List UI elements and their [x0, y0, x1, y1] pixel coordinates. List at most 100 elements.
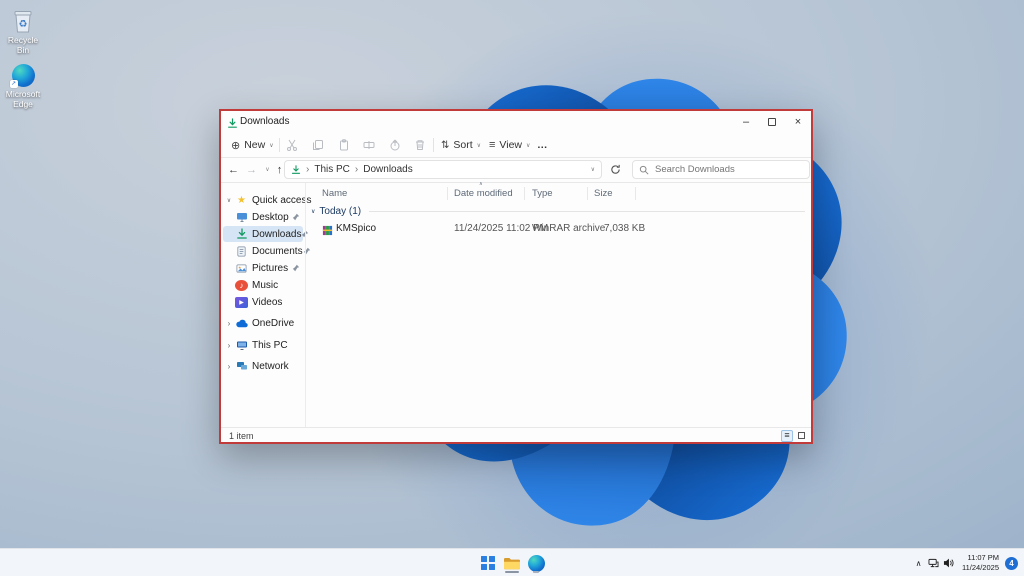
- chevron-right-icon: ›: [306, 164, 310, 175]
- chevron-right-icon[interactable]: ›: [223, 341, 235, 350]
- address-bar[interactable]: › This PC › Downloads ∨: [284, 160, 602, 179]
- column-divider[interactable]: [587, 187, 588, 200]
- copy-button[interactable]: [307, 135, 329, 155]
- maximize-button[interactable]: [759, 111, 785, 132]
- sidebar-item-this-pc[interactable]: › This PC: [223, 337, 303, 353]
- file-list: Name Date modified ∧ Type Size ∨ Today (…: [307, 181, 811, 427]
- address-dropdown-chevron-icon[interactable]: ∨: [591, 166, 595, 173]
- chevron-right-icon[interactable]: ›: [223, 319, 235, 328]
- taskbar-edge-button[interactable]: [524, 552, 548, 574]
- more-options-button[interactable]: …: [533, 135, 552, 155]
- desktop-icon-microsoft-edge[interactable]: ↗ Microsoft Edge: [1, 62, 45, 110]
- desktop-icon-recycle-bin[interactable]: ♻ Recycle Bin: [1, 8, 45, 56]
- maximize-icon: [768, 117, 776, 126]
- close-button[interactable]: ×: [785, 111, 811, 132]
- this-pc-icon: [235, 339, 248, 352]
- toolbar-separator: [279, 138, 280, 152]
- sidebar-item-desktop[interactable]: Desktop: [223, 209, 303, 225]
- group-label: Today (1): [319, 206, 362, 217]
- delete-icon: [413, 138, 427, 152]
- column-header-date-modified[interactable]: Date modified: [454, 188, 513, 199]
- sidebar-item-onedrive[interactable]: › OneDrive: [223, 315, 303, 331]
- view-button[interactable]: ≡ View ∨: [485, 135, 534, 155]
- sidebar-item-label: Desktop: [252, 211, 289, 223]
- sidebar-item-label: Videos: [252, 296, 283, 308]
- desktop-icon-label: Microsoft Edge: [5, 89, 41, 109]
- breadcrumb-this-pc[interactable]: This PC: [314, 164, 350, 175]
- title-bar[interactable]: Downloads – ×: [221, 111, 811, 133]
- svg-text:♻: ♻: [19, 19, 28, 30]
- system-tray: ∧ 11:07 PM 11/24/2025 4: [911, 549, 1024, 576]
- breadcrumb-downloads[interactable]: Downloads: [363, 164, 412, 175]
- large-icons-view-toggle[interactable]: [795, 430, 807, 442]
- sidebar-item-quick-access[interactable]: ∨ ★ Quick access: [223, 192, 312, 208]
- network-icon: [235, 360, 248, 373]
- sidebar-item-label: Pictures: [252, 262, 289, 274]
- file-name: KMSpico: [336, 223, 377, 234]
- sidebar-item-documents[interactable]: Documents: [223, 243, 310, 259]
- refresh-button[interactable]: [607, 161, 624, 178]
- search-icon: [639, 165, 649, 175]
- forward-icon: →: [246, 163, 257, 176]
- chevron-down-icon[interactable]: ∨: [223, 197, 235, 204]
- taskbar-clock[interactable]: 11:07 PM 11/24/2025: [962, 553, 999, 573]
- paste-button[interactable]: [333, 135, 355, 155]
- sidebar-item-label: This PC: [252, 339, 288, 351]
- cut-icon: [285, 138, 299, 152]
- group-header-today[interactable]: ∨ Today (1): [311, 205, 805, 218]
- address-row: ← → ∨ ↑ › This PC › Downloads ∨: [221, 158, 811, 182]
- share-icon: [388, 138, 402, 152]
- chevron-down-icon: ∨: [269, 142, 274, 149]
- chevron-down-icon: ∨: [526, 142, 531, 149]
- minimize-button[interactable]: –: [733, 111, 759, 132]
- command-bar: ⊕ New ∨ ⇅ Sort ∨ ≡ View ∨ …: [221, 133, 811, 157]
- rename-button[interactable]: [358, 135, 380, 155]
- search-box[interactable]: [632, 160, 810, 179]
- sort-icon: ⇅: [441, 139, 450, 151]
- volume-tray-button[interactable]: [941, 558, 956, 568]
- back-button[interactable]: ←: [225, 161, 242, 178]
- search-input[interactable]: [655, 164, 795, 175]
- sidebar-item-downloads[interactable]: Downloads: [223, 226, 309, 242]
- sidebar-item-videos[interactable]: ▶ Videos: [223, 294, 303, 310]
- forward-button[interactable]: →: [243, 161, 260, 178]
- taskbar-file-explorer-button[interactable]: [500, 552, 524, 574]
- cut-button[interactable]: [281, 135, 303, 155]
- column-divider[interactable]: [447, 187, 448, 200]
- music-icon: ♪: [235, 279, 248, 291]
- documents-icon: [235, 245, 248, 258]
- window-title: Downloads: [240, 116, 290, 127]
- large-icons-view-icon: [797, 432, 805, 439]
- new-button[interactable]: ⊕ New ∨: [227, 135, 278, 155]
- sort-button[interactable]: ⇅ Sort ∨: [437, 135, 485, 155]
- paste-icon: [337, 138, 351, 152]
- sidebar-item-label: Documents: [252, 245, 303, 257]
- column-divider[interactable]: [524, 187, 525, 200]
- item-count: 1 item: [229, 430, 254, 441]
- file-row-kmspico[interactable]: KMSpico 11/24/2025 11:02 PM WinRAR archi…: [307, 222, 805, 237]
- windows-start-icon: [481, 556, 495, 570]
- share-button[interactable]: [384, 135, 406, 155]
- start-button[interactable]: [476, 552, 500, 574]
- column-header-size[interactable]: Size: [594, 188, 612, 199]
- column-header-name[interactable]: Name: [322, 188, 347, 199]
- chevron-right-icon[interactable]: ›: [223, 362, 235, 371]
- sidebar-item-network[interactable]: › Network: [223, 358, 303, 374]
- sidebar-item-pictures[interactable]: Pictures: [223, 260, 303, 276]
- sidebar-item-music[interactable]: ♪ Music: [223, 277, 303, 293]
- notification-count-badge[interactable]: 4: [1005, 556, 1018, 570]
- up-icon: ↑: [276, 163, 283, 176]
- downloads-icon: [235, 228, 248, 241]
- new-plus-icon: ⊕: [231, 139, 241, 152]
- navigation-pane: ∨ ★ Quick access Desktop Downloads Docum…: [221, 183, 312, 427]
- pane-divider[interactable]: [305, 183, 306, 427]
- column-header-type[interactable]: Type: [532, 188, 553, 199]
- column-divider[interactable]: [635, 187, 636, 200]
- back-icon: ←: [228, 163, 239, 176]
- details-view-toggle[interactable]: ≡: [781, 429, 793, 442]
- sidebar-item-label: Network: [252, 360, 289, 372]
- rename-icon: [362, 138, 376, 152]
- hidden-icons-button[interactable]: ∧: [911, 559, 926, 568]
- network-tray-button[interactable]: [926, 558, 941, 568]
- delete-button[interactable]: [409, 135, 431, 155]
